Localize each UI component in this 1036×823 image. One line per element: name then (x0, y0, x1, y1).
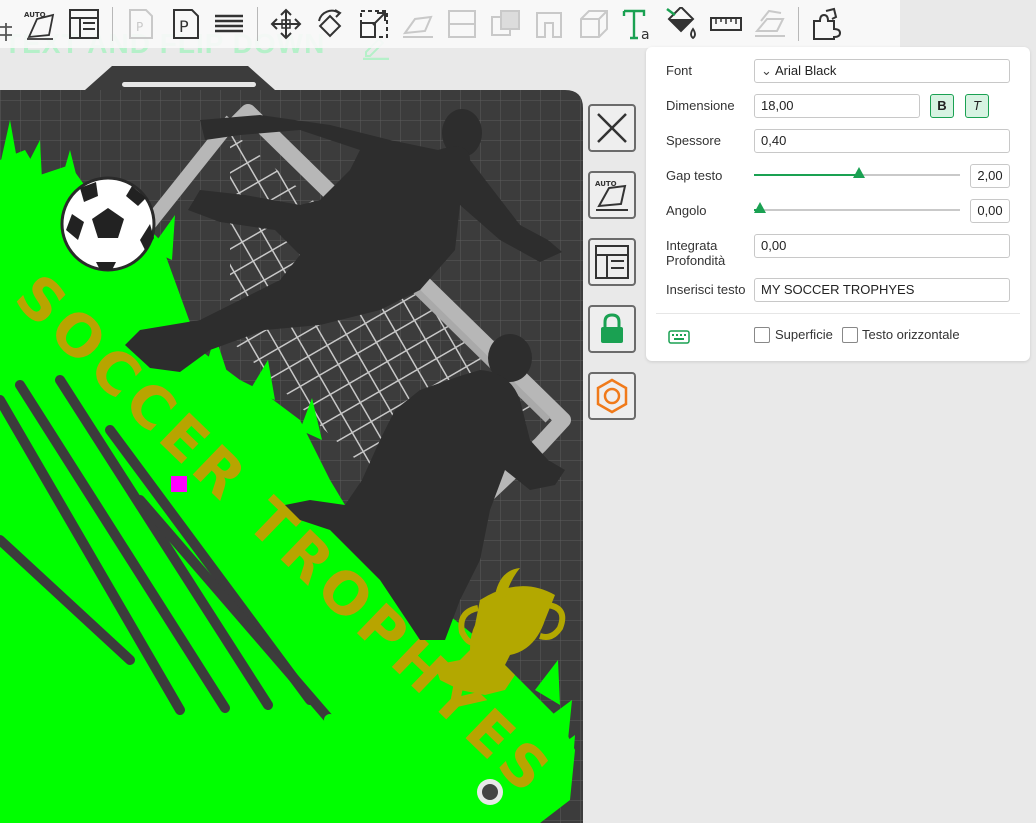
top-toolbar: AUTO P P a (0, 0, 900, 48)
italic-button[interactable]: T (965, 94, 989, 118)
layout-icon (595, 245, 629, 279)
depth-label: Integrata Profondità (666, 238, 726, 268)
horizontal-text-label: Testo orizzontale (862, 327, 960, 342)
text-label: Inserisci testo (666, 282, 746, 297)
delete-button[interactable] (588, 104, 636, 152)
move-icon (270, 8, 302, 40)
horizontal-text-checkbox[interactable] (842, 327, 858, 343)
page-button[interactable]: P (119, 2, 163, 46)
font-value: Arial Black (775, 63, 837, 78)
text-input[interactable]: MY SOCCER TROPHYES (754, 278, 1010, 302)
layout-icon (69, 9, 99, 39)
assembly-icon (754, 9, 785, 37)
lines-button[interactable] (207, 2, 251, 46)
chevron-down-icon: ⌄ (761, 63, 772, 78)
cut-button[interactable] (440, 2, 484, 46)
plate-p-icon: P (173, 9, 199, 39)
gap-slider-thumb[interactable] (853, 167, 866, 178)
lay-on-face-button[interactable] (396, 2, 440, 46)
size-label: Dimensione (666, 98, 735, 113)
scale-icon (360, 10, 388, 38)
angle-input[interactable]: 0,00 (970, 199, 1010, 223)
depth-row: Integrata Profondità 0,00 (666, 234, 1010, 268)
panel-divider (656, 313, 1020, 314)
page-icon: P (129, 9, 153, 39)
angle-row: Angolo 0,00 (666, 199, 1010, 223)
size-row: Dimensione 18,00 B T (666, 94, 1010, 118)
plate-p-button[interactable]: P (163, 2, 207, 46)
scale-button[interactable] (352, 2, 396, 46)
cube-button[interactable] (572, 2, 616, 46)
lock-icon (601, 313, 623, 343)
rotate-icon (318, 9, 342, 38)
text-row: Inserisci testo MY SOCCER TROPHYES (666, 278, 1010, 302)
svg-text:P: P (179, 17, 189, 36)
measure-icon (710, 17, 742, 31)
lock-button[interactable] (588, 305, 636, 353)
angle-label: Angolo (666, 203, 707, 218)
options-row: Superficie Testo orizzontale (666, 325, 1010, 349)
auto-arrange-icon: AUTO (595, 180, 628, 211)
font-select[interactable]: ⌄ Arial Black (754, 59, 1010, 83)
boolean-icon (491, 10, 520, 36)
boolean-button[interactable] (484, 2, 528, 46)
support-paint-icon (536, 12, 562, 38)
toolbar-separator (798, 7, 799, 41)
angle-slider[interactable] (754, 202, 960, 213)
selection-marker[interactable] (171, 476, 187, 492)
angle-slider-thumb[interactable] (754, 202, 767, 213)
thickness-input[interactable]: 0,40 (754, 129, 1010, 153)
size-input[interactable]: 18,00 (754, 94, 920, 118)
plate-handle (122, 82, 256, 87)
side-toolbar: AUTO (588, 104, 636, 439)
bold-button[interactable]: B (930, 94, 954, 118)
font-label: Font (666, 63, 693, 78)
depth-input[interactable]: 0,00 (754, 234, 1010, 258)
puzzle-button[interactable] (805, 2, 849, 46)
arrange-icon (0, 23, 12, 41)
toolbar-separator (257, 7, 258, 41)
cut-icon (448, 10, 476, 38)
lay-on-face-icon (402, 15, 433, 38)
surface-label: Superficie (775, 327, 833, 342)
hex-nut-button[interactable] (588, 372, 636, 420)
auto-orient-button[interactable]: AUTO (18, 2, 62, 46)
gap-slider[interactable] (754, 167, 960, 178)
measure-button[interactable] (704, 2, 748, 46)
support-paint-button[interactable] (528, 2, 572, 46)
move-button[interactable] (264, 2, 308, 46)
text-icon: a (622, 9, 650, 41)
gap-slider-fill (754, 174, 860, 176)
cube-icon (580, 10, 608, 38)
auto-orient-icon: AUTO (24, 11, 55, 40)
svg-text:a: a (641, 27, 650, 41)
thickness-label: Spessore (666, 133, 721, 148)
thickness-row: Spessore 0,40 (666, 129, 1010, 153)
text-properties-panel: Font ⌄ Arial Black Dimensione 18,00 B T S… (646, 47, 1030, 361)
text-button[interactable]: a (616, 2, 660, 46)
paint-bucket-icon (666, 7, 696, 40)
hex-nut-icon (596, 378, 628, 414)
puzzle-icon (813, 7, 842, 40)
gap-input[interactable]: 2,00 (970, 164, 1010, 188)
arrange-button[interactable] (0, 2, 18, 46)
font-row: Font ⌄ Arial Black (666, 59, 1010, 83)
gap-label: Gap testo (666, 168, 723, 183)
hanging-hole (477, 779, 503, 805)
keyboard-icon[interactable] (668, 330, 690, 344)
svg-text:P: P (136, 20, 143, 34)
rotate-button[interactable] (308, 2, 352, 46)
toolbar-separator (112, 7, 113, 41)
assembly-button[interactable] (748, 2, 792, 46)
lines-icon (215, 14, 243, 33)
delete-x-icon (597, 113, 627, 143)
surface-checkbox[interactable] (754, 327, 770, 343)
gap-row: Gap testo 2,00 (666, 164, 1010, 188)
auto-arrange-button[interactable]: AUTO (588, 171, 636, 219)
layout-button[interactable] (62, 2, 106, 46)
layout-button[interactable] (588, 238, 636, 286)
paint-bucket-button[interactable] (660, 2, 704, 46)
soccer-ball (60, 176, 156, 272)
